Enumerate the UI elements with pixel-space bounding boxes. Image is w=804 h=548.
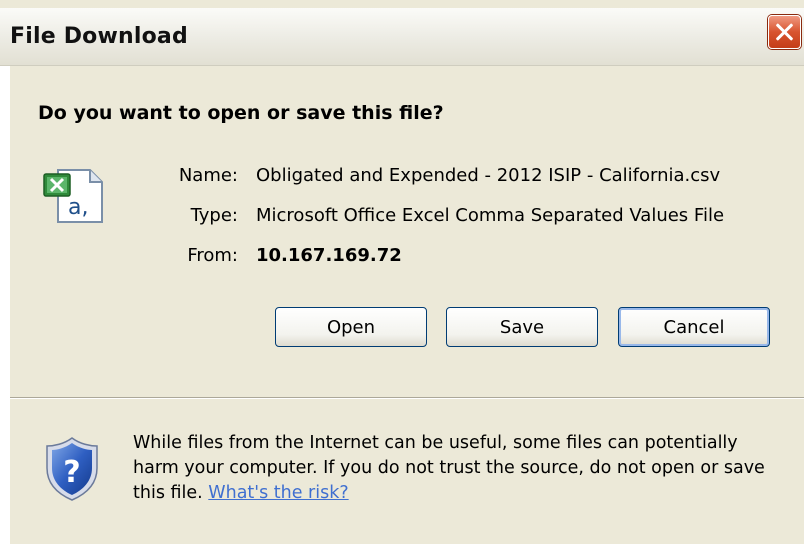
svg-text:?: ?	[63, 455, 80, 490]
svg-text:a,: a,	[68, 195, 88, 220]
security-warning: While files from the Internet can be use…	[133, 431, 783, 506]
window-title: File Download	[10, 24, 188, 49]
file-source-value: 10.167.169.72	[256, 245, 402, 266]
save-button[interactable]: Save	[446, 307, 598, 347]
window-bottom-edge	[0, 544, 804, 548]
window-left-edge	[0, 66, 10, 548]
security-shield-question-icon: ?	[46, 437, 98, 501]
whats-the-risk-link[interactable]: What's the risk?	[208, 483, 348, 503]
name-label: Name:	[178, 165, 238, 186]
type-label: Type:	[190, 205, 238, 226]
file-name-value: Obligated and Expended - 2012 ISIP - Cal…	[256, 165, 721, 186]
file-download-dialog: File Download Do you want to open or sav…	[0, 0, 804, 548]
from-label: From:	[187, 245, 238, 266]
file-type-value: Microsoft Office Excel Comma Separated V…	[256, 205, 725, 226]
excel-csv-file-icon: a,	[43, 169, 103, 223]
cancel-button[interactable]: Cancel	[618, 307, 770, 347]
open-button[interactable]: Open	[275, 307, 427, 347]
title-bar[interactable]: File Download	[0, 8, 804, 66]
dialog-question: Do you want to open or save this file?	[38, 102, 444, 124]
close-button[interactable]	[768, 15, 801, 49]
